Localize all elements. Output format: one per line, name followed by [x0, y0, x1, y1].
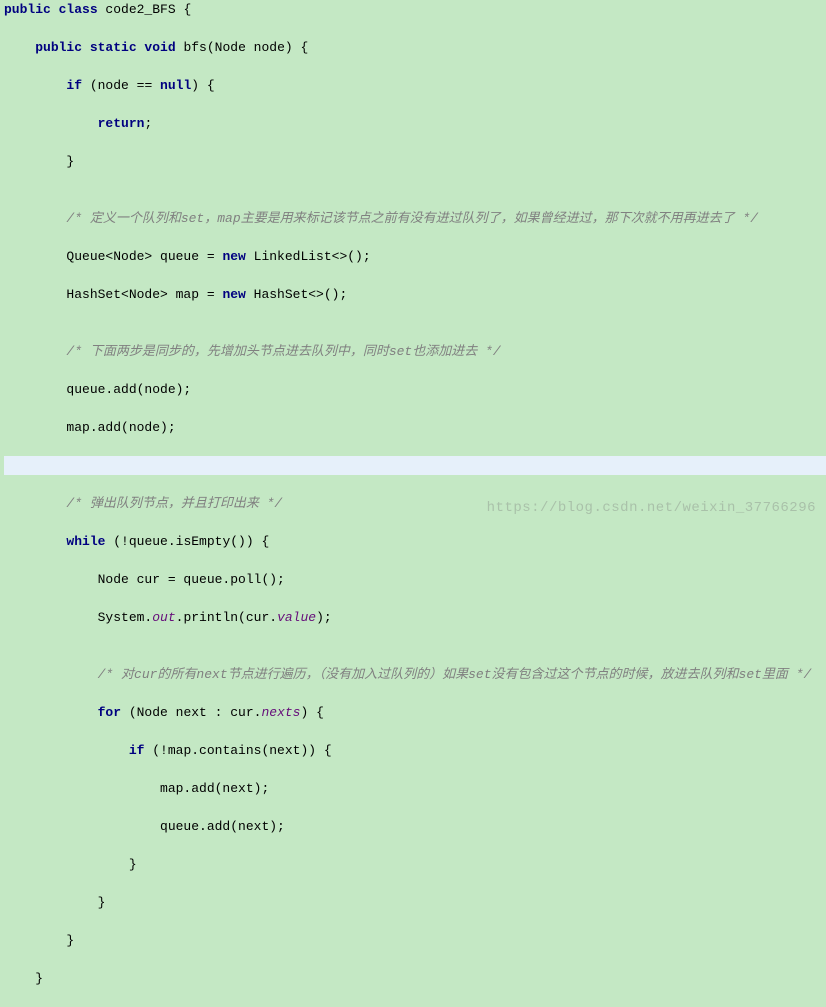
- code-line: if (!map.contains(next)) {: [4, 741, 826, 760]
- caret-line: [4, 456, 826, 475]
- keyword: public static void: [35, 40, 175, 55]
- field-ref: out: [152, 610, 175, 625]
- code-line: System.out.println(cur.value);: [4, 608, 826, 627]
- code-comment: /* 弹出队列节点，并且打印出来 */: [4, 494, 826, 513]
- code-line: }: [4, 969, 826, 988]
- code-line: while (!queue.isEmpty()) {: [4, 532, 826, 551]
- code-line: map.add(next);: [4, 779, 826, 798]
- keyword: return: [98, 116, 145, 131]
- code-line: }: [4, 931, 826, 950]
- keyword: new: [222, 287, 245, 302]
- code-block: public class code2_BFS { public static v…: [0, 0, 826, 1007]
- keyword: public class: [4, 2, 98, 17]
- code-line: }: [4, 893, 826, 912]
- code-line: queue.add(node);: [4, 380, 826, 399]
- code-comment: /* 下面两步是同步的，先增加头节点进去队列中，同时set也添加进去 */: [4, 342, 826, 361]
- code-line: }: [4, 855, 826, 874]
- code-line: if (node == null) {: [4, 76, 826, 95]
- keyword: null: [160, 78, 191, 93]
- code-line: }: [4, 152, 826, 171]
- code-line: Queue<Node> queue = new LinkedList<>();: [4, 247, 826, 266]
- code-line: queue.add(next);: [4, 817, 826, 836]
- code-comment: /* 对cur的所有next节点进行遍历，（没有加入过队列的）如果set没有包含…: [4, 665, 826, 684]
- code-line: for (Node next : cur.nexts) {: [4, 703, 826, 722]
- code-comment: /* 定义一个队列和set，map主要是用来标记该节点之前有没有进过队列了，如果…: [4, 209, 826, 228]
- code-line: public static void bfs(Node node) {: [4, 38, 826, 57]
- code-line: map.add(node);: [4, 418, 826, 437]
- field-ref: nexts: [261, 705, 300, 720]
- code-line: return;: [4, 114, 826, 133]
- field-ref: value: [277, 610, 316, 625]
- keyword: for: [98, 705, 121, 720]
- keyword: new: [222, 249, 245, 264]
- keyword: if: [66, 78, 82, 93]
- code-line: Node cur = queue.poll();: [4, 570, 826, 589]
- keyword: if: [129, 743, 145, 758]
- keyword: while: [66, 534, 105, 549]
- code-line: HashSet<Node> map = new HashSet<>();: [4, 285, 826, 304]
- code-line: public class code2_BFS {: [4, 0, 826, 19]
